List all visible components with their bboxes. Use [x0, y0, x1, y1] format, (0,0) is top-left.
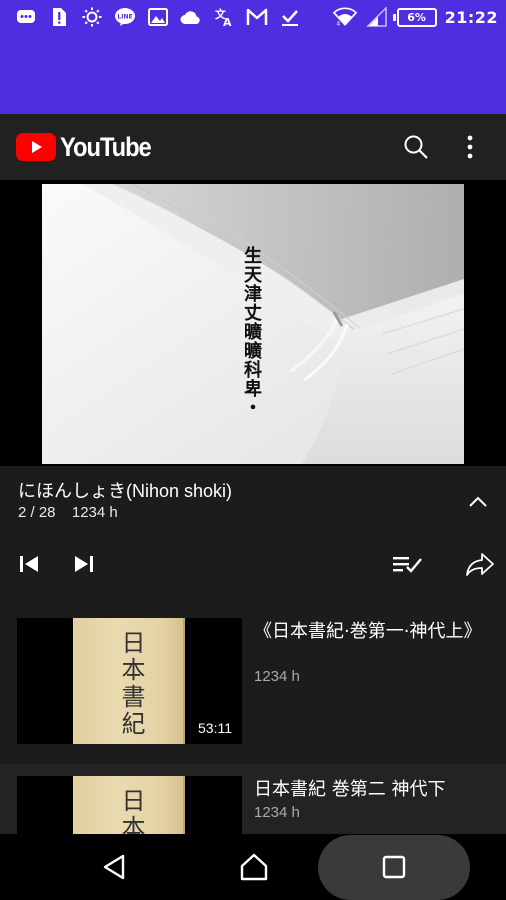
now-playing-title: にほんしょき(Nihon shoki) — [18, 481, 233, 501]
skip-previous-icon — [20, 556, 38, 572]
recents-icon — [382, 855, 406, 879]
video-overlay-text: 生天津丈曠曠科卑・ — [241, 246, 262, 417]
recents-button[interactable] — [366, 842, 422, 892]
status-bar: LINE 文A 4 6% 21:22 — [0, 0, 506, 34]
collapse-button[interactable] — [460, 484, 496, 520]
translate-icon: 文A — [212, 7, 236, 27]
playlist-check-icon — [393, 557, 422, 573]
now-playing-meta: 2 / 28 1234 h — [18, 504, 118, 521]
now-playing-panel: にほんしょき(Nihon shoki) 2 / 28 1234 h — [0, 466, 506, 606]
status-time: 21:22 — [444, 7, 498, 27]
cloud-icon — [179, 7, 203, 27]
video-frame[interactable]: 生天津丈曠曠科卑・ — [42, 184, 464, 464]
video-views: 1234 h — [254, 668, 300, 685]
thumbnail-text: 日本書紀 — [117, 630, 145, 738]
youtube-header: YouTube — [0, 114, 506, 180]
navigation-bar — [0, 834, 506, 900]
search-icon — [404, 135, 428, 159]
playlist-item[interactable]: 日本書紀 53:11 《日本書紀·巻第一·神代上》 1234 h — [0, 606, 506, 764]
gmail-icon — [245, 7, 269, 27]
video-views: 1234 h — [254, 804, 300, 821]
image-icon — [146, 7, 170, 27]
skip-next-button[interactable] — [64, 544, 104, 584]
video-title: 《日本書紀·巻第一·神代上》 — [254, 621, 482, 642]
more-options-button[interactable] — [450, 127, 490, 167]
svg-text:LINE: LINE — [117, 14, 132, 21]
scroll-image: 日本書紀 — [73, 618, 185, 744]
video-player[interactable]: 生天津丈曠曠科卑・ — [0, 180, 506, 466]
task-done-icon — [278, 7, 302, 27]
chat-icon — [14, 7, 38, 27]
svg-text:A: A — [223, 16, 232, 27]
youtube-logo[interactable]: YouTube — [16, 132, 396, 163]
video-title: 日本書紀 巻第二 神代下 — [254, 779, 446, 800]
share-icon — [466, 553, 494, 576]
line-app-icon: LINE — [113, 7, 137, 27]
skip-next-icon — [75, 556, 93, 572]
view-count: 1234 h — [71, 504, 118, 521]
home-button[interactable] — [226, 842, 282, 892]
search-button[interactable] — [396, 127, 436, 167]
sim-alert-icon — [47, 7, 71, 27]
share-button[interactable] — [460, 544, 500, 584]
battery-indicator: 6% — [392, 7, 437, 27]
brightness-icon — [80, 7, 104, 27]
chevron-up-icon — [469, 496, 487, 507]
video-thumbnail[interactable]: 日本書紀 53:11 — [17, 618, 242, 744]
signal-icon — [365, 7, 389, 27]
more-vert-icon — [467, 135, 473, 159]
youtube-logo-text: YouTube — [60, 131, 152, 162]
wifi-icon: 4 — [332, 7, 357, 28]
back-icon — [103, 854, 125, 880]
skip-previous-button[interactable] — [9, 544, 49, 584]
youtube-play-icon — [16, 133, 56, 161]
back-button[interactable] — [86, 842, 142, 892]
playlist-position: 2 / 28 — [18, 504, 56, 521]
app-bar — [0, 34, 506, 114]
svg-text:4: 4 — [336, 21, 340, 28]
video-duration: 53:11 — [194, 718, 236, 738]
save-to-playlist-button[interactable] — [388, 544, 428, 584]
home-icon — [240, 853, 268, 881]
